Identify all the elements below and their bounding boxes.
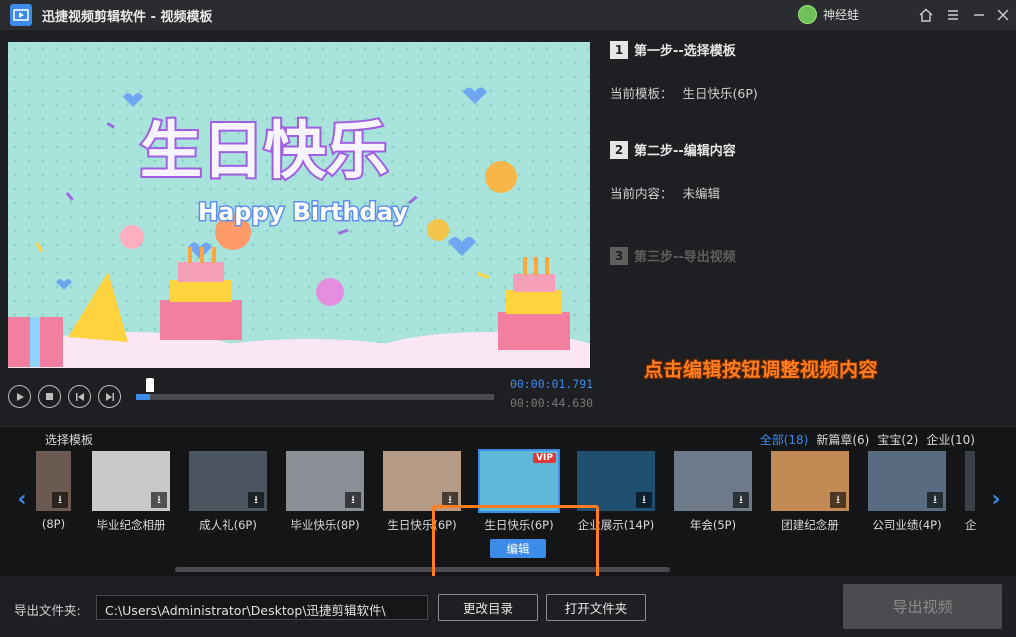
bottom-bar: 导出文件夹: C:\Users\Administrator\Desktop\迅捷… <box>0 576 1016 637</box>
filter-enterprise[interactable]: 企业(10) <box>926 431 975 448</box>
title-art: 生日快乐 <box>140 114 388 187</box>
template-label: 年会(5P) <box>689 518 737 532</box>
home-icon[interactable] <box>915 4 937 26</box>
vip-badge: VIP <box>533 453 556 463</box>
step3-text: 第三步--导出视频 <box>634 250 736 265</box>
menu-icon[interactable] <box>942 4 964 26</box>
template-card[interactable]: 企 <box>965 451 977 533</box>
template-card[interactable]: ⭳ 团建纪念册 <box>771 451 849 533</box>
filter-baby[interactable]: 宝宝(2) <box>877 431 918 448</box>
user-name: 神经蛙 <box>823 8 860 22</box>
current-content-label: 当前内容： <box>610 186 673 201</box>
template-label: (8P) <box>41 517 66 531</box>
template-thumbnail: ⭳ <box>36 451 71 511</box>
window-title: 迅捷视频剪辑软件 - 视频模板 <box>42 9 213 25</box>
template-label: 企 <box>965 518 977 532</box>
template-label: 毕业纪念相册 <box>96 518 166 532</box>
download-icon[interactable]: ⭳ <box>248 492 264 508</box>
play-icon[interactable] <box>8 385 31 408</box>
close-icon[interactable] <box>992 4 1014 26</box>
progress-track[interactable] <box>136 394 494 400</box>
progress-handle[interactable] <box>146 378 154 392</box>
filter-all[interactable]: 全部(18) <box>760 431 809 448</box>
download-icon[interactable]: ⭳ <box>52 492 68 508</box>
user-account[interactable]: 神经蛙 <box>798 5 859 24</box>
template-label: 成人礼(6P) <box>199 518 257 532</box>
subtitle-art: Happy Birthday <box>198 198 408 226</box>
current-content-info: 当前内容： 未编辑 <box>610 183 720 202</box>
template-card[interactable]: ⭳ 公司业绩(4P) <box>868 451 946 533</box>
current-template-value: 生日快乐(6P) <box>682 86 758 101</box>
stop-icon[interactable] <box>38 385 61 408</box>
step2-text: 第二步--编辑内容 <box>634 144 736 159</box>
template-thumbnail <box>965 451 975 511</box>
download-icon[interactable]: ⭳ <box>151 492 167 508</box>
template-card[interactable]: ⭳ (8P) <box>36 451 71 531</box>
template-card[interactable]: ⭳ 成人礼(6P) <box>189 451 267 533</box>
prev-frame-icon[interactable] <box>68 385 91 408</box>
scroll-right-icon[interactable]: › <box>988 487 1004 512</box>
step3-number: 3 <box>610 246 628 265</box>
template-thumbnail: ⭳ <box>189 451 267 511</box>
template-thumbnail: ⭳ <box>286 451 364 511</box>
step1-title: 1 第一步--选择模板 <box>610 40 736 59</box>
step1-number: 1 <box>610 40 628 59</box>
step2-number: 2 <box>610 140 628 159</box>
total-time: 00:00:44.630 <box>510 396 594 410</box>
template-thumbnail: ⭳ <box>868 451 946 511</box>
template-thumbnail: ⭳ <box>771 451 849 511</box>
minimize-icon[interactable] <box>968 4 990 26</box>
template-card[interactable]: ⭳ 年会(5P) <box>674 451 752 533</box>
download-icon[interactable]: ⭳ <box>927 492 943 508</box>
download-icon[interactable]: ⭳ <box>733 492 749 508</box>
step1-text: 第一步--选择模板 <box>634 44 736 59</box>
change-directory-button[interactable]: 更改目录 <box>438 594 538 621</box>
highlight-box <box>432 505 599 583</box>
step2-title: 2 第二步--编辑内容 <box>610 140 736 159</box>
template-thumbnail: ⭳ <box>383 451 461 511</box>
template-thumbnail: ⭳ <box>577 451 655 511</box>
export-video-button[interactable]: 导出视频 <box>843 584 1002 629</box>
output-folder-label: 导出文件夹: <box>14 603 81 618</box>
next-frame-icon[interactable] <box>98 385 121 408</box>
avatar <box>798 5 817 24</box>
step3-title: 3 第三步--导出视频 <box>610 246 736 265</box>
filter-tabs: 全部(18) 新篇章(6) 宝宝(2) 企业(10) <box>760 431 975 448</box>
section-label: 选择模板 <box>45 433 94 447</box>
template-card[interactable]: ⭳ 毕业快乐(8P) <box>286 451 364 533</box>
download-icon[interactable]: ⭳ <box>345 492 361 508</box>
steps-panel: 1 第一步--选择模板 当前模板： 生日快乐(6P) 2 第二步--编辑内容 当前… <box>600 30 1016 426</box>
video-preview: 生日快乐 Happy Birthday <box>8 42 590 368</box>
current-time: 00:00:01.791 <box>510 377 594 391</box>
progress-fill <box>136 394 151 400</box>
hint-text: 点击编辑按钮调整视频内容 <box>644 359 879 381</box>
template-label: 毕业快乐(8P) <box>290 518 360 532</box>
title-bar: 迅捷视频剪辑软件 - 视频模板 神经蛙 <box>0 0 1016 30</box>
output-path-field[interactable]: C:\Users\Administrator\Desktop\迅捷剪辑软件\ <box>96 595 428 620</box>
player-controls: 00:00:01.791 00:00:44.630 <box>0 368 600 424</box>
current-template-info: 当前模板： 生日快乐(6P) <box>610 83 758 102</box>
open-folder-button[interactable]: 打开文件夹 <box>546 594 646 621</box>
template-label: 团建纪念册 <box>781 518 839 532</box>
current-template-label: 当前模板： <box>610 86 673 101</box>
scroll-left-icon[interactable]: ‹ <box>14 487 30 512</box>
download-icon[interactable]: ⭳ <box>830 492 846 508</box>
template-thumbnail: VIP <box>478 449 560 513</box>
template-card[interactable]: ⭳ 毕业纪念相册 <box>92 451 170 533</box>
template-thumbnail: ⭳ <box>92 451 170 511</box>
template-label: 公司业绩(4P) <box>872 518 942 532</box>
current-content-value: 未编辑 <box>682 186 721 201</box>
template-thumbnail: ⭳ <box>674 451 752 511</box>
download-icon[interactable]: ⭳ <box>636 492 652 508</box>
app-logo-icon <box>10 4 32 26</box>
filter-new-chapter[interactable]: 新篇章(6) <box>816 431 869 448</box>
